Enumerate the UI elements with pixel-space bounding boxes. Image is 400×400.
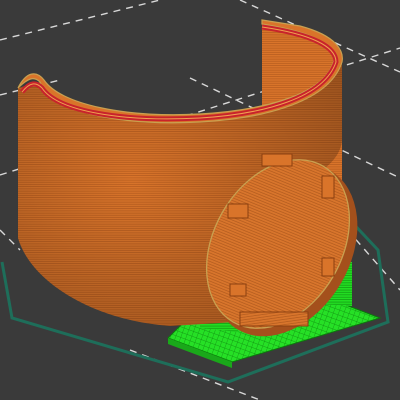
disc-tab	[227, 203, 249, 219]
disc-tab	[321, 175, 335, 199]
3d-scene[interactable]	[0, 0, 400, 400]
disc-tab	[321, 257, 335, 277]
3d-preview-viewport[interactable]	[0, 0, 400, 400]
disc-tab	[229, 283, 247, 297]
disc-tab	[261, 153, 293, 167]
disc-bottom-block	[239, 311, 309, 327]
